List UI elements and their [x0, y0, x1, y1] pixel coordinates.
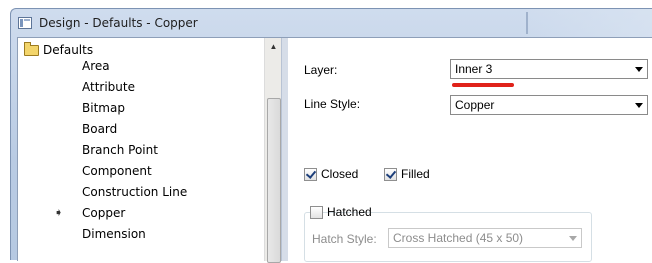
- hatch-style-value: Cross Hatched (45 x 50): [393, 231, 524, 245]
- tree-item-attribute[interactable]: Attribute: [21, 77, 261, 97]
- tree-item-board[interactable]: Board: [21, 119, 261, 139]
- scrollbar-thumb[interactable]: [267, 98, 281, 263]
- client-area: Defaults Area Attribute Bitmap Board Bra…: [17, 37, 652, 263]
- dropdown-arrow-icon: [635, 67, 643, 72]
- layer-dropdown[interactable]: Inner 3: [450, 59, 648, 79]
- red-highlight-underline: [452, 83, 514, 87]
- filled-label: Filled: [401, 167, 430, 181]
- title-bar[interactable]: Design - Defaults - Copper: [11, 9, 652, 37]
- window-icon: [18, 17, 32, 29]
- dropdown-arrow-icon: [569, 236, 577, 241]
- closed-label: Closed: [321, 167, 359, 181]
- design-window: Design - Defaults - Copper Defaults Area…: [10, 8, 652, 263]
- line-style-dropdown[interactable]: Copper: [450, 95, 648, 115]
- scroll-up-arrow-icon[interactable]: ▲: [265, 38, 282, 55]
- tree-item-construction-line[interactable]: Construction Line: [21, 182, 261, 202]
- layer-value: Inner 3: [455, 62, 493, 76]
- window-title: Design - Defaults - Copper: [39, 16, 198, 30]
- hatched-toggle[interactable]: Hatched: [310, 205, 372, 221]
- filled-checkbox[interactable]: [384, 168, 397, 181]
- hatched-checkbox[interactable]: [310, 206, 323, 219]
- tree-scrollbar[interactable]: ▲: [264, 38, 282, 263]
- hatch-style-label: Hatch Style:: [312, 232, 377, 246]
- open-folder-icon: [24, 42, 39, 56]
- tree-item-component[interactable]: Component: [21, 161, 261, 181]
- layer-label: Layer:: [304, 63, 338, 77]
- current-item-arrow-icon: ➧: [54, 206, 64, 219]
- tree-item-bitmap[interactable]: Bitmap: [21, 98, 261, 118]
- properties-panel: Layer: Inner 3 Line Style: Copper Closed…: [288, 38, 652, 262]
- tree-item-copper[interactable]: ➧ Copper: [21, 203, 261, 223]
- hatched-label: Hatched: [327, 205, 372, 219]
- line-style-value: Copper: [455, 98, 495, 112]
- dropdown-arrow-icon: [635, 103, 643, 108]
- line-style-label: Line Style:: [304, 97, 361, 111]
- tree-item-branch-point[interactable]: Branch Point: [21, 140, 261, 160]
- closed-checkbox[interactable]: [304, 168, 317, 181]
- tree-item-area[interactable]: Area: [21, 56, 261, 76]
- hatch-style-dropdown[interactable]: Cross Hatched (45 x 50): [388, 228, 582, 248]
- defaults-tree[interactable]: Defaults Area Attribute Bitmap Board Bra…: [21, 40, 267, 261]
- tree-item-dimension[interactable]: Dimension: [21, 224, 261, 244]
